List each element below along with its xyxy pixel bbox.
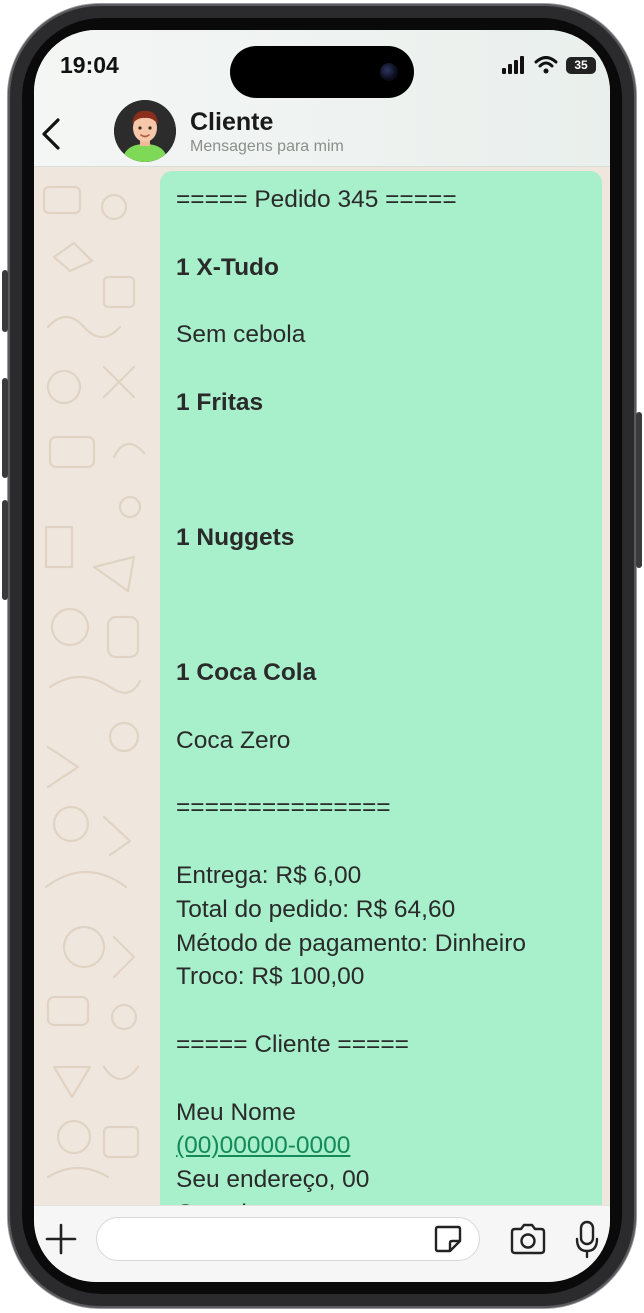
message-line: 1 Fritas (176, 388, 264, 416)
status-icons: 35 (502, 54, 596, 76)
message-line: Troco: R$ 100,00 (176, 963, 365, 991)
side-button-silent (2, 270, 8, 332)
camera-button[interactable] (508, 1223, 548, 1255)
message-line: Meu Nome (176, 1098, 296, 1126)
avatar-person-icon (114, 100, 176, 162)
status-time: 19:04 (60, 52, 119, 78)
sticker-icon (434, 1225, 462, 1253)
message-line: ===== Pedido 345 ===== (176, 186, 457, 213)
message-line: =============== (176, 794, 391, 822)
battery-icon: 35 (566, 56, 596, 74)
sticker-button[interactable] (432, 1223, 464, 1255)
chat-area[interactable]: ===== Pedido 345 ===== 1 X-Tudo Sem cebola… (34, 167, 610, 1205)
plus-icon (45, 1223, 77, 1255)
attach-button[interactable] (44, 1222, 78, 1256)
side-button-power (636, 412, 642, 568)
message-line: 1 Nuggets (176, 523, 295, 551)
header-bar: 19:04 35 Cliente Mensagens para mim (34, 30, 610, 167)
side-button-volume-down (2, 500, 8, 600)
wifi-icon (534, 56, 558, 74)
dynamic-island (230, 46, 414, 98)
phone-screen: ===== Pedido 345 ===== 1 X-Tudo Sem cebola… (34, 30, 610, 1282)
microphone-icon (575, 1220, 599, 1259)
camera-icon (510, 1223, 546, 1255)
cellular-signal-icon (502, 56, 524, 74)
side-button-volume-up (2, 378, 8, 478)
front-camera-icon (380, 63, 398, 81)
message-line: Coca Zero (176, 726, 291, 754)
message-line: 1 X-Tudo (176, 253, 279, 281)
message-line: 1 Coca Cola (176, 659, 317, 687)
message-line: Entrega: R$ 6,00 (176, 861, 362, 889)
message-line: ===== Cliente ===== (176, 1030, 409, 1058)
message-bubble[interactable]: ===== Pedido 345 ===== 1 X-Tudo Sem cebola… (160, 171, 602, 1205)
contact-name[interactable]: Cliente (190, 108, 273, 137)
contact-subtitle: Mensagens para mim (190, 138, 344, 155)
message-line: Método de pagamento: Dinheiro (176, 929, 527, 957)
microphone-button[interactable] (574, 1219, 600, 1259)
chevron-left-icon (42, 118, 60, 150)
message-line: Total do pedido: R$ 64,60 (176, 895, 456, 923)
phone-number-link[interactable]: (00)00000-0000 (176, 1129, 586, 1163)
avatar[interactable] (114, 100, 176, 162)
message-line: Seu endereço, 00 (176, 1166, 370, 1194)
message-input-bar (34, 1205, 610, 1282)
message-line: Complemento (176, 1197, 586, 1205)
message-line: Sem cebola (176, 321, 306, 349)
back-button[interactable] (36, 114, 68, 154)
message-input[interactable] (96, 1217, 480, 1261)
